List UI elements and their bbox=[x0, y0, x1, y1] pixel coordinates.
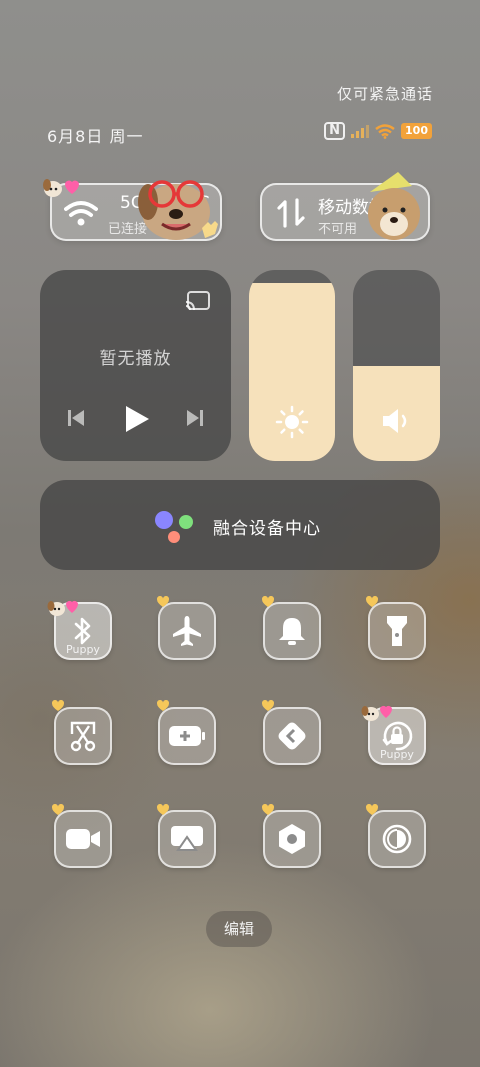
date-text: 6月8日 周一 bbox=[47, 127, 144, 146]
bluetooth-device-label: Puppy bbox=[66, 643, 100, 656]
signal-icon bbox=[351, 125, 370, 138]
scissors-icon bbox=[70, 721, 96, 752]
volume-slider[interactable] bbox=[353, 270, 440, 461]
status-icons: N 100 bbox=[324, 122, 432, 140]
airplane-toggle[interactable] bbox=[158, 602, 216, 660]
share-icon bbox=[278, 722, 306, 750]
dog-glasses-sticker-icon bbox=[138, 180, 218, 240]
hexagon-nut-icon bbox=[279, 824, 305, 854]
sun-icon bbox=[275, 405, 309, 439]
edit-button[interactable]: 编辑 bbox=[206, 911, 272, 947]
nfc-icon: N bbox=[324, 122, 346, 140]
heart-icon bbox=[157, 700, 169, 711]
data-arrows-icon bbox=[277, 198, 305, 228]
wifi-status-icon bbox=[375, 123, 395, 139]
puppy-heart-sticker-icon bbox=[47, 600, 78, 616]
puppy-heart-sticker-icon bbox=[361, 705, 392, 721]
dark-mode-toggle[interactable] bbox=[368, 810, 426, 868]
battery-plus-icon bbox=[169, 726, 205, 746]
heart-icon bbox=[366, 596, 378, 607]
flashlight-icon bbox=[387, 616, 407, 646]
flashlight-toggle[interactable] bbox=[368, 602, 426, 660]
bell-icon bbox=[279, 618, 305, 645]
media-title: 暂无播放 bbox=[99, 349, 172, 369]
screenshot-toggle[interactable] bbox=[54, 707, 112, 765]
video-camera-icon bbox=[66, 829, 100, 849]
settings-toggle[interactable] bbox=[263, 810, 321, 868]
heart-icon bbox=[52, 804, 64, 815]
heart-icon bbox=[262, 596, 274, 607]
heart-icon bbox=[157, 804, 169, 815]
screen-cast-toggle[interactable] bbox=[158, 810, 216, 868]
device-center-dots-icon bbox=[155, 511, 193, 543]
puppy-sticker-icon bbox=[43, 179, 79, 197]
mobile-data-status: 不可用 bbox=[318, 222, 358, 237]
next-icon[interactable] bbox=[185, 408, 205, 428]
heart-icon bbox=[262, 700, 274, 711]
emergency-calls-only-text: 仅可紧急通话 bbox=[336, 85, 433, 103]
play-icon[interactable] bbox=[123, 404, 151, 434]
bell-toggle[interactable] bbox=[263, 602, 321, 660]
share-toggle[interactable] bbox=[263, 707, 321, 765]
airplane-icon bbox=[173, 616, 201, 646]
bluetooth-icon bbox=[74, 617, 91, 645]
battery-badge: 100 bbox=[401, 123, 432, 139]
heart-icon bbox=[366, 804, 378, 815]
wifi-icon bbox=[64, 201, 98, 226]
device-center-label: 融合设备中心 bbox=[213, 519, 321, 539]
previous-icon[interactable] bbox=[66, 408, 86, 428]
heart-icon bbox=[52, 700, 64, 711]
brightness-slider[interactable] bbox=[249, 270, 335, 461]
media-player-card[interactable]: 暂无播放 bbox=[40, 270, 231, 461]
battery-saver-toggle[interactable] bbox=[158, 707, 216, 765]
contrast-icon bbox=[382, 824, 412, 854]
heart-icon bbox=[262, 804, 274, 815]
dog-hat-sticker-icon bbox=[368, 172, 420, 240]
heart-icon bbox=[157, 596, 169, 607]
screen-cast-icon bbox=[171, 826, 203, 851]
device-center-card[interactable]: 融合设备中心 bbox=[40, 480, 440, 570]
rotation-device-label: Puppy bbox=[380, 748, 414, 761]
speaker-icon bbox=[382, 409, 406, 433]
screen-record-toggle[interactable] bbox=[54, 810, 112, 868]
cast-icon[interactable] bbox=[185, 290, 211, 312]
